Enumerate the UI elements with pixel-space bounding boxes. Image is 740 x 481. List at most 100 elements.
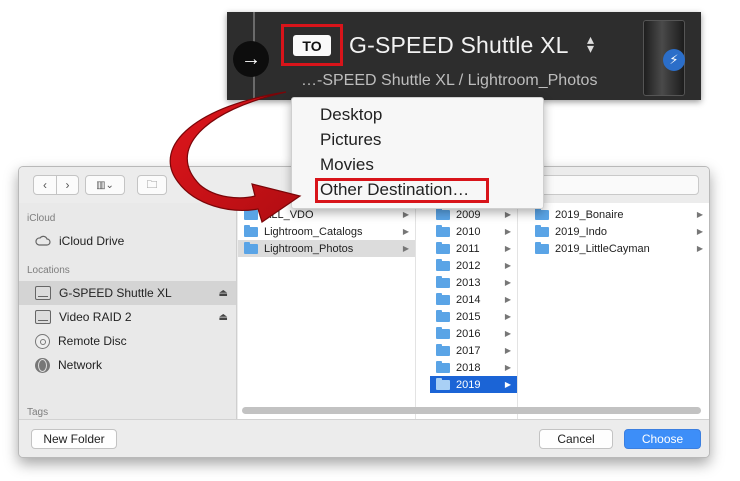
folder-icon bbox=[436, 343, 450, 356]
chevron-right-icon: ▶ bbox=[696, 210, 703, 219]
dialog-footer: New Folder Cancel Choose bbox=[19, 419, 709, 457]
sidebar-section-icloud: iCloud bbox=[27, 213, 56, 224]
eject-icon[interactable]: ⏏ bbox=[219, 288, 228, 299]
column-3: 2019_Bonaire ▶ 2019_Indo ▶ 2019_LittleCaym… bbox=[529, 203, 709, 421]
disc-icon bbox=[35, 333, 50, 349]
new-folder-toolbar-button[interactable]: 🗀 bbox=[137, 175, 167, 195]
drive-icon bbox=[35, 286, 51, 300]
forward-button[interactable]: › bbox=[56, 176, 78, 194]
to-highlight-box: TO bbox=[281, 24, 343, 66]
folder-icon bbox=[535, 224, 549, 237]
new-folder-button[interactable]: New Folder bbox=[31, 429, 117, 449]
chevron-right-icon: ▶ bbox=[402, 227, 409, 236]
destination-dropdown[interactable]: G-SPEED Shuttle XL bbox=[349, 32, 569, 59]
drive-icon bbox=[35, 310, 51, 324]
list-item[interactable]: 2019_Indo ▶ bbox=[529, 223, 709, 240]
menu-item-desktop[interactable]: Desktop bbox=[320, 105, 382, 125]
folder-icon bbox=[535, 241, 549, 254]
chevron-right-icon: ▶ bbox=[504, 363, 511, 372]
folder-icon bbox=[436, 360, 450, 373]
sidebar: iCloud iCloud Drive Locations G-SPEED Sh… bbox=[19, 203, 237, 421]
view-mode-button[interactable]: ▥⌄ bbox=[85, 175, 125, 195]
folder-icon bbox=[436, 275, 450, 288]
sidebar-item-network[interactable]: Network bbox=[19, 353, 236, 377]
horizontal-scrollbar[interactable] bbox=[238, 403, 701, 415]
back-button[interactable]: ‹ bbox=[34, 176, 56, 194]
file-chooser-dialog: ‹ › ▥⌄ 🗀 iCloud iCloud Drive Locations G… bbox=[18, 166, 710, 458]
cancel-button[interactable]: Cancel bbox=[539, 429, 613, 449]
folder-icon bbox=[535, 207, 549, 220]
nav-buttons: ‹ › bbox=[33, 175, 79, 195]
list-item[interactable]: 2017 ▶ bbox=[430, 342, 517, 359]
list-item[interactable]: 2010 ▶ bbox=[430, 223, 517, 240]
folder-icon bbox=[436, 224, 450, 237]
destination-bar: → TO G-SPEED Shuttle XL ▴ ▾ …-SPEED Shutt… bbox=[227, 12, 701, 100]
chevron-left-icon: ‹ bbox=[43, 178, 47, 192]
chevron-right-icon: › bbox=[65, 178, 70, 192]
sidebar-item-label: Remote Disc bbox=[58, 334, 127, 348]
folder-icon bbox=[244, 207, 258, 220]
list-item[interactable]: 2019_Bonaire ▶ bbox=[529, 206, 709, 223]
list-item[interactable]: 2015 ▶ bbox=[430, 308, 517, 325]
list-item[interactable]: Lightroom_Photos ▶ bbox=[238, 240, 415, 257]
list-item[interactable]: Lightroom_Catalogs ▶ bbox=[238, 223, 415, 240]
folder-icon bbox=[244, 241, 258, 254]
list-item[interactable]: 2011 ▶ bbox=[430, 240, 517, 257]
folder-icon bbox=[436, 207, 450, 220]
eject-icon[interactable]: ⏏ bbox=[219, 312, 228, 323]
choose-button[interactable]: Choose bbox=[624, 429, 701, 449]
folder-icon bbox=[436, 309, 450, 322]
chevron-right-icon: ▶ bbox=[504, 346, 511, 355]
chevron-right-icon: ▶ bbox=[696, 244, 703, 253]
chevron-right-icon: ▶ bbox=[402, 210, 409, 219]
folder-plus-icon: 🗀 bbox=[146, 178, 158, 191]
folder-icon bbox=[436, 241, 450, 254]
sidebar-item-label: iCloud Drive bbox=[59, 234, 125, 248]
list-item[interactable]: 2019_LittleCayman ▶ bbox=[529, 240, 709, 257]
sidebar-item-label: G-SPEED Shuttle XL bbox=[59, 286, 172, 300]
chevron-right-icon: ▶ bbox=[504, 227, 511, 236]
sidebar-item-gspeed-shuttle-xl[interactable]: G-SPEED Shuttle XL ⏏ bbox=[19, 281, 236, 305]
destination-menu: Desktop Pictures Movies Other Destinatio… bbox=[291, 97, 544, 209]
folder-icon bbox=[436, 377, 450, 390]
globe-icon bbox=[35, 357, 50, 373]
chevron-right-icon: ▶ bbox=[504, 312, 511, 321]
list-item[interactable]: 2016 ▶ bbox=[430, 325, 517, 342]
other-destination-highlight-box bbox=[315, 178, 489, 203]
thunderbolt-icon: ⚡ bbox=[663, 49, 685, 71]
column-1: ALL_VDO ▶ Lightroom_Catalogs ▶ Lightroom_P… bbox=[238, 203, 416, 421]
columns-view-icon: ▥⌄ bbox=[96, 179, 114, 191]
to-label: TO bbox=[293, 35, 331, 56]
drive-image-icon: ⚡ bbox=[643, 20, 685, 96]
menu-item-pictures[interactable]: Pictures bbox=[320, 130, 381, 150]
sidebar-section-locations: Locations bbox=[27, 265, 70, 276]
cloud-icon bbox=[35, 235, 51, 246]
destination-path: …-SPEED Shuttle XL / Lightroom_Photos bbox=[301, 72, 598, 89]
search-field[interactable] bbox=[519, 175, 699, 195]
chevron-right-icon: ▶ bbox=[696, 227, 703, 236]
list-item[interactable]: 2018 ▶ bbox=[430, 359, 517, 376]
chevron-right-icon: ▶ bbox=[504, 244, 511, 253]
column-2: 2009 ▶ 2010 ▶ 2011 ▶ 2012 ▶ 2013 ▶ 2014 ▶ 2015… bbox=[430, 203, 518, 421]
chevron-right-icon: ▶ bbox=[504, 380, 511, 389]
list-item[interactable]: 2012 ▶ bbox=[430, 257, 517, 274]
chevron-right-icon: ▶ bbox=[504, 210, 511, 219]
arrow-right-icon: → bbox=[233, 41, 269, 77]
chevron-right-icon: ▶ bbox=[504, 261, 511, 270]
folder-icon bbox=[436, 326, 450, 339]
sidebar-item-remote-disc[interactable]: Remote Disc bbox=[19, 329, 236, 353]
up-down-chevron-icon[interactable]: ▴ ▾ bbox=[587, 32, 594, 55]
chevron-right-icon: ▶ bbox=[504, 329, 511, 338]
scrollbar-thumb[interactable] bbox=[242, 407, 701, 414]
folder-icon bbox=[436, 258, 450, 271]
list-item[interactable]: 2014 ▶ bbox=[430, 291, 517, 308]
folder-icon bbox=[244, 224, 258, 237]
list-item[interactable]: 2013 ▶ bbox=[430, 274, 517, 291]
list-item[interactable]: 2019 ▶ bbox=[430, 376, 517, 393]
column-browser: ALL_VDO ▶ Lightroom_Catalogs ▶ Lightroom_P… bbox=[238, 203, 709, 421]
sidebar-item-icloud-drive[interactable]: iCloud Drive bbox=[19, 229, 236, 253]
menu-item-movies[interactable]: Movies bbox=[320, 155, 374, 175]
chevron-right-icon: ▶ bbox=[504, 278, 511, 287]
sidebar-item-video-raid-2[interactable]: Video RAID 2 ⏏ bbox=[19, 305, 236, 329]
sidebar-item-label: Network bbox=[58, 358, 103, 372]
